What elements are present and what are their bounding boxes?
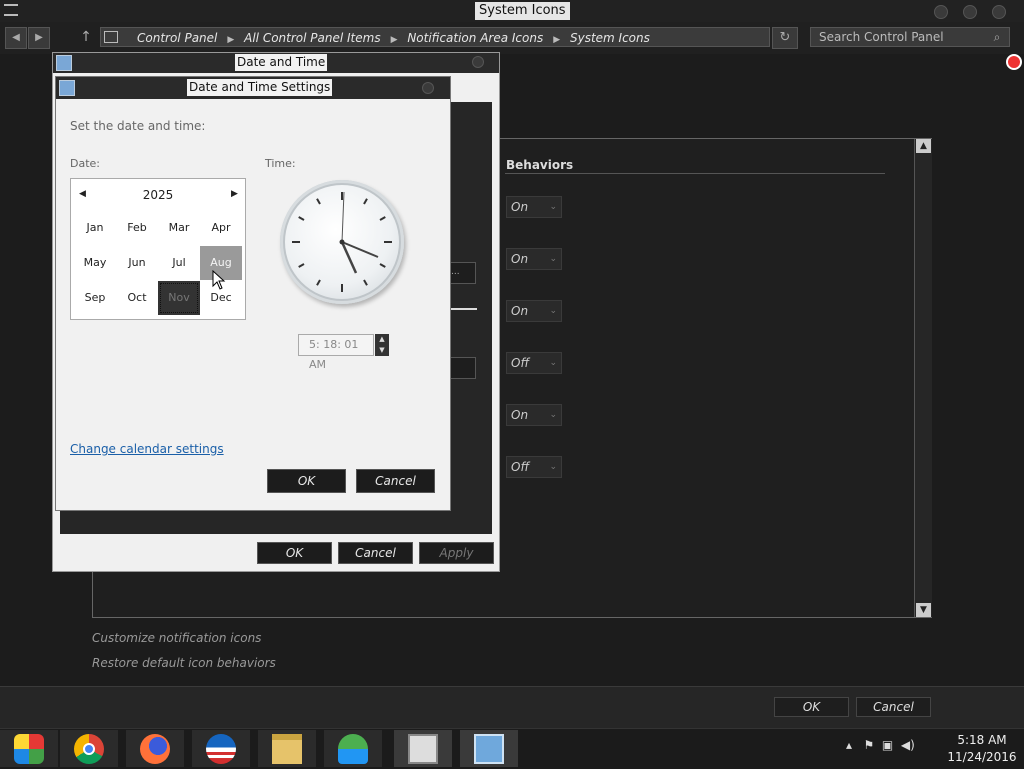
dt-ok-button[interactable]: OK xyxy=(257,542,332,564)
file-explorer-icon xyxy=(272,734,302,764)
window-menu-icon[interactable] xyxy=(4,4,18,16)
clock-time: 5:18 AM xyxy=(957,733,1007,747)
header-divider xyxy=(505,173,885,174)
scroll-up-button[interactable]: ▲ xyxy=(916,139,931,153)
window-title: System Icons xyxy=(475,2,570,20)
back-button[interactable]: ◀ xyxy=(5,27,27,49)
month-jan[interactable]: Jan xyxy=(74,211,116,245)
behavior-select[interactable]: On ⌄ xyxy=(506,248,562,270)
network-icon[interactable]: ▣ xyxy=(882,738,893,752)
customize-icons-link[interactable]: Customize notification icons xyxy=(92,631,261,645)
month-jun[interactable]: Jun xyxy=(116,246,158,280)
next-year-button[interactable]: ▶ xyxy=(231,189,238,199)
time-input[interactable]: 5: 18: 01 AM xyxy=(298,334,374,371)
windows-media-center-icon xyxy=(14,734,44,764)
address-field[interactable]: Control Panel ▶ All Control Panel Items ▶ … xyxy=(100,27,770,47)
maximize-button[interactable] xyxy=(963,5,977,19)
clock-date: 11/24/2016 xyxy=(947,750,1017,764)
breadcrumb-control-panel[interactable]: Control Panel xyxy=(137,31,217,45)
month-nov[interactable]: Nov xyxy=(158,281,200,315)
breadcrumb-notification-icons[interactable]: Notification Area Icons xyxy=(407,31,543,45)
month-sep[interactable]: Sep xyxy=(74,281,116,315)
divider-line xyxy=(450,308,477,310)
taskbar-clock[interactable]: 5:18 AM 11/24/2016 xyxy=(944,732,1020,766)
behavior-select[interactable]: Off ⌄ xyxy=(506,456,562,478)
settings-close-button[interactable] xyxy=(422,82,434,94)
dt-apply-button[interactable]: Apply xyxy=(419,542,494,564)
volume-icon[interactable]: ◀) xyxy=(901,738,915,752)
chrome-icon xyxy=(74,734,104,764)
cancel-button[interactable]: Cancel xyxy=(856,697,931,717)
date-time-close-button[interactable] xyxy=(472,56,484,68)
up-icon[interactable]: ↑ xyxy=(78,27,94,47)
calendar-year[interactable]: 2025 xyxy=(70,188,246,202)
month-may[interactable]: May xyxy=(74,246,116,280)
taskbar-item[interactable] xyxy=(324,730,382,767)
time-label: Time: xyxy=(265,157,296,170)
taskbar-item[interactable] xyxy=(126,730,184,767)
taskbar-item[interactable] xyxy=(0,730,58,767)
time-up-button[interactable]: ▲ xyxy=(375,334,389,345)
date-time-title: Date and Time xyxy=(235,54,328,71)
firefox-icon xyxy=(140,734,170,764)
taskbar-item[interactable] xyxy=(60,730,118,767)
dialog-button-fragment[interactable] xyxy=(450,357,476,379)
settings-cancel-button[interactable]: Cancel xyxy=(356,469,435,493)
behavior-select[interactable]: On ⌄ xyxy=(506,196,562,218)
taskbar-item[interactable] xyxy=(394,730,452,767)
forward-button[interactable]: ▶ xyxy=(28,27,50,49)
breadcrumb-system-icons[interactable]: System Icons xyxy=(570,31,650,45)
taskbar-item[interactable] xyxy=(460,730,518,767)
show-hidden-icons-icon[interactable]: ▴ xyxy=(846,738,852,752)
settings-title: Date and Time Settings xyxy=(187,79,333,96)
control-panel-icon xyxy=(408,734,438,764)
behavior-select[interactable]: On ⌄ xyxy=(506,404,562,426)
settings-app-icon xyxy=(59,80,75,96)
analog-clock xyxy=(280,180,404,304)
date-label: Date: xyxy=(70,157,100,170)
time-down-button[interactable]: ▼ xyxy=(375,345,389,356)
search-icon[interactable]: ⌕ xyxy=(986,27,1008,47)
breadcrumb-all-items[interactable]: All Control Panel Items xyxy=(244,31,380,45)
help-icon[interactable] xyxy=(1006,54,1022,70)
month-jul[interactable]: Jul xyxy=(158,246,200,280)
date-time-icon xyxy=(474,734,504,764)
month-apr[interactable]: Apr xyxy=(200,211,242,245)
dt-cancel-button[interactable]: Cancel xyxy=(338,542,413,564)
ok-button[interactable]: OK xyxy=(774,697,849,717)
behavior-select[interactable]: On ⌄ xyxy=(506,300,562,322)
action-center-flag-icon[interactable]: ⚑ xyxy=(863,738,874,752)
refresh-button[interactable]: ↻ xyxy=(772,27,798,49)
mouse-cursor-icon xyxy=(212,269,226,294)
search-input[interactable]: Search Control Panel xyxy=(810,27,1010,47)
behavior-select[interactable]: Off ⌄ xyxy=(506,352,562,374)
clock-face-icon xyxy=(292,191,392,292)
instruction-text: Set the date and time: xyxy=(70,119,206,133)
taskbar-item[interactable] xyxy=(258,730,316,767)
month-feb[interactable]: Feb xyxy=(116,211,158,245)
dialog-button-fragment[interactable]: ... xyxy=(450,262,476,284)
change-calendar-link[interactable]: Change calendar settings xyxy=(70,442,224,456)
month-mar[interactable]: Mar xyxy=(158,211,200,245)
obama-logo-icon xyxy=(206,734,236,764)
system-tray: ▴ ⚑ ▣ ◀) xyxy=(846,738,915,752)
settings-ok-button[interactable]: OK xyxy=(267,469,346,493)
month-oct[interactable]: Oct xyxy=(116,281,158,315)
date-time-app-icon xyxy=(56,55,72,71)
close-button[interactable] xyxy=(992,5,1006,19)
taskbar-item[interactable] xyxy=(192,730,250,767)
behaviors-header: Behaviors xyxy=(506,158,574,172)
scroll-down-button[interactable]: ▼ xyxy=(916,603,931,617)
vertical-scrollbar[interactable] xyxy=(914,139,932,617)
control-panel-icon xyxy=(104,31,118,43)
network-people-icon xyxy=(338,734,368,764)
restore-defaults-link[interactable]: Restore default icon behaviors xyxy=(92,656,276,670)
minimize-button[interactable] xyxy=(934,5,948,19)
